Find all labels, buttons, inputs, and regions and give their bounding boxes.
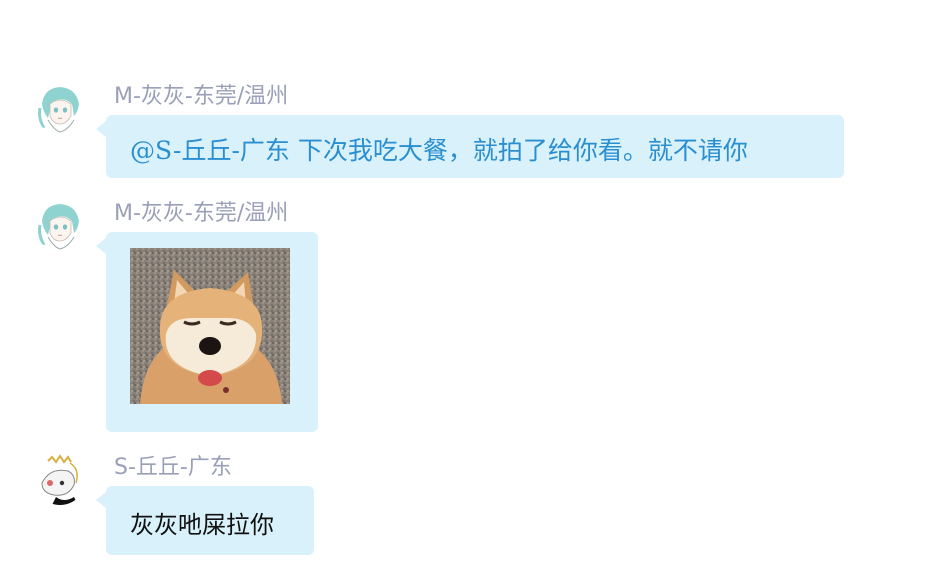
- message-bubble[interactable]: [96, 232, 318, 432]
- avatar[interactable]: [34, 453, 86, 505]
- message-bubble[interactable]: 灰灰吔屎拉你: [96, 486, 314, 555]
- anime-girl-avatar-icon: [34, 199, 86, 251]
- anime-girl-avatar-icon: [34, 82, 86, 134]
- avatar[interactable]: [34, 82, 86, 134]
- shiba-inu-photo[interactable]: [130, 248, 290, 404]
- message-bubble[interactable]: @S-丘丘-广东 下次我吃大餐，就拍了给你看。就不请你: [96, 115, 844, 178]
- message-text: @S-丘丘-广东 下次我吃大餐，就拍了给你看。就不请你: [130, 136, 748, 165]
- sender-name: M-灰灰-东莞/温州: [114, 84, 289, 109]
- sender-name: S-丘丘-广东: [114, 455, 232, 480]
- sender-name: M-灰灰-东莞/温州: [114, 201, 289, 226]
- chat-history: M-灰灰-东莞/温州 @S-丘丘-广东 下次我吃大餐，就拍了给你看。就不请你 M…: [0, 0, 930, 562]
- message-text: 灰灰吔屎拉你: [130, 511, 274, 539]
- avatar[interactable]: [34, 199, 86, 251]
- cartoon-character-avatar-icon: [34, 453, 86, 505]
